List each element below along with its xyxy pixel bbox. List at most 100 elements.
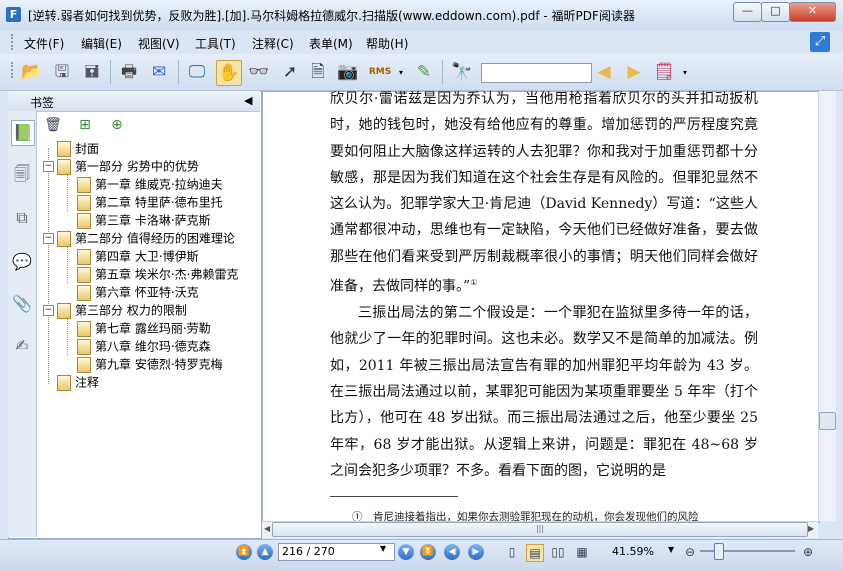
bookmark-icon — [77, 284, 91, 301]
zoom-dropdown-icon[interactable]: ▼ — [668, 545, 674, 554]
tree-item-ch4[interactable]: 第四章 大卫·博伊斯 — [77, 248, 199, 265]
close-button[interactable]: ✕ — [789, 2, 836, 22]
bookmark-icon — [77, 212, 91, 229]
annotation-icon[interactable]: 🗒 — [652, 60, 676, 84]
search-input[interactable] — [481, 63, 592, 83]
toolbar-grip-icon[interactable] — [11, 62, 16, 78]
collapse-toggle-icon[interactable]: − — [43, 161, 54, 172]
email-icon[interactable]: ✉ — [147, 60, 171, 84]
go-forward-icon[interactable]: ▶ — [468, 544, 484, 560]
layers-tab-icon[interactable]: ⧉ — [11, 206, 33, 230]
menu-help[interactable]: 帮助(H) — [366, 35, 408, 52]
menu-view[interactable]: 视图(V) — [138, 35, 180, 52]
text-select-icon[interactable]: 🗎 — [306, 60, 330, 84]
select-arrow-icon[interactable]: ➚ — [278, 60, 302, 84]
menu-comment[interactable]: 注释(C) — [252, 35, 294, 52]
find-next-icon[interactable]: ▶ — [622, 60, 646, 84]
scroll-right-icon[interactable]: ▶ — [808, 524, 814, 533]
tree-item-ch2[interactable]: 第二章 特里萨·德布里托 — [77, 194, 223, 211]
add-bookmark-icon[interactable]: ⊞ — [76, 116, 94, 134]
first-page-icon[interactable]: ⏫ — [236, 544, 252, 560]
collapse-toggle-icon[interactable]: − — [43, 233, 54, 244]
tree-item-ch5[interactable]: 第五章 埃米尔·杰·弗赖雷克 — [77, 266, 238, 283]
binoculars-icon[interactable]: 🔭 — [450, 60, 474, 84]
tree-item-ch6[interactable]: 第六章 怀亚特·沃克 — [77, 284, 199, 301]
tree-item-ch1[interactable]: 第一章 维威克·拉纳迪夫 — [77, 176, 223, 193]
footnote-mark: ① — [470, 278, 478, 288]
tree-item-part2[interactable]: − 第二部分 值得经历的困难理论 — [43, 230, 235, 247]
continuous-view-icon[interactable]: ▤ — [526, 544, 544, 562]
bookmark-icon — [57, 302, 71, 319]
tree-item-part1[interactable]: − 第一部分 劣势中的优势 — [43, 158, 199, 175]
bookmark-icon — [77, 320, 91, 337]
tree-item-ch7[interactable]: 第七章 露丝玛丽·劳勒 — [77, 320, 211, 337]
collapse-panel-icon[interactable]: ◀ — [244, 94, 252, 107]
continuous-facing-view-icon[interactable]: ▦ — [574, 544, 590, 560]
menu-edit[interactable]: 编辑(E) — [81, 35, 122, 52]
zoom-out-icon[interactable]: ⊖ — [682, 544, 698, 560]
page-dropdown-icon[interactable]: ▼ — [380, 544, 386, 553]
delete-bookmark-icon[interactable]: 🗑 — [44, 116, 62, 134]
bookmark-icon — [77, 194, 91, 211]
minimize-button[interactable]: — — [733, 2, 762, 22]
bookmark-icon — [57, 158, 71, 175]
menu-file[interactable]: 文件(F) — [24, 35, 64, 52]
scroll-left-icon[interactable]: ◀ — [264, 524, 270, 533]
zoom-level[interactable]: 41.59% — [612, 545, 654, 558]
tree-item-notes[interactable]: 注释 — [57, 374, 99, 391]
save-as-icon[interactable]: 🖬 — [80, 60, 104, 84]
tree-item-part3[interactable]: − 第三部分 权力的限制 — [43, 302, 187, 319]
full-screen-icon[interactable]: 🖵 — [185, 60, 209, 84]
signatures-tab-icon[interactable]: ✍ — [11, 334, 33, 358]
toolbar-separator — [178, 60, 179, 84]
vertical-scroll-thumb[interactable] — [819, 412, 836, 430]
attachments-tab-icon[interactable]: 📎 — [11, 292, 33, 316]
add-child-bookmark-icon[interactable]: ⊕ — [108, 116, 126, 134]
bookmark-icon — [57, 230, 71, 247]
facing-view-icon[interactable]: ▯▯ — [550, 544, 566, 560]
last-page-icon[interactable]: ⏬ — [420, 544, 436, 560]
paragraph: 欣贝尔·雷诺兹是因为乔认为，当他用枪指着欣贝尔的头并扣动扳机时，她的钱包时，她没… — [330, 86, 758, 300]
pages-tab-icon[interactable]: 🗐 — [11, 162, 33, 186]
menu-tools[interactable]: 工具(T) — [195, 35, 236, 52]
snapshot-icon[interactable]: 📷 — [336, 60, 360, 84]
print-icon[interactable]: 🖶 — [117, 60, 141, 84]
find-previous-icon[interactable]: ◀ — [592, 60, 616, 84]
bookmark-icon — [77, 248, 91, 265]
float-window-icon[interactable]: ⤢ — [810, 32, 830, 52]
tree-item-ch9[interactable]: 第九章 安德烈·特罗克梅 — [77, 356, 223, 373]
horizontal-scroll-thumb[interactable]: ||| — [272, 522, 808, 537]
window-title: [逆转.弱者如何找到优势，反败为胜].[加].马尔科姆格拉德威尔.扫描版(www… — [28, 9, 635, 23]
comments-tab-icon[interactable]: 💬 — [11, 250, 33, 274]
go-back-icon[interactable]: ◀ — [444, 544, 460, 560]
vertical-scrollbar[interactable] — [818, 91, 836, 521]
single-page-view-icon[interactable]: ▯ — [504, 544, 520, 560]
rms-dropdown-icon[interactable]: ▾ — [399, 68, 403, 77]
open-folder-icon[interactable]: 📂 — [20, 60, 44, 84]
bookmark-icon — [77, 356, 91, 373]
loupe-icon[interactable]: 👓 — [247, 60, 271, 84]
bookmarks-tab-icon[interactable]: 📗 — [11, 120, 35, 146]
hand-tool-icon[interactable]: ✋ — [216, 60, 242, 86]
menu-form[interactable]: 表单(M) — [309, 35, 353, 52]
bookmark-icon — [77, 338, 91, 355]
next-page-icon[interactable]: ▼ — [398, 544, 414, 560]
bookmark-icon — [77, 176, 91, 193]
save-icon[interactable]: 🖫 — [50, 60, 74, 84]
collapse-toggle-icon[interactable]: − — [43, 305, 54, 316]
annotation-dropdown-icon[interactable]: ▾ — [683, 68, 687, 77]
toolbar-separator — [442, 60, 443, 84]
tree-item-ch3[interactable]: 第三章 卡洛琳·萨克斯 — [77, 212, 211, 229]
bookmark-icon — [57, 374, 71, 391]
sign-icon[interactable]: ✎ — [412, 60, 436, 84]
menu-grip-icon[interactable] — [11, 34, 16, 50]
page-number-field[interactable]: 216 / 270 — [278, 543, 395, 561]
tree-item-cover[interactable]: 封面 — [57, 140, 100, 157]
zoom-slider-handle[interactable] — [714, 543, 724, 560]
maximize-button[interactable]: □ — [761, 2, 790, 22]
previous-page-icon[interactable]: ▲ — [257, 544, 273, 560]
zoom-in-icon[interactable]: ⊕ — [800, 544, 816, 560]
tree-item-ch8[interactable]: 第八章 维尔玛·德克森 — [77, 338, 211, 355]
toolbar-separator — [110, 60, 111, 84]
rms-icon[interactable]: RMS — [368, 60, 392, 84]
